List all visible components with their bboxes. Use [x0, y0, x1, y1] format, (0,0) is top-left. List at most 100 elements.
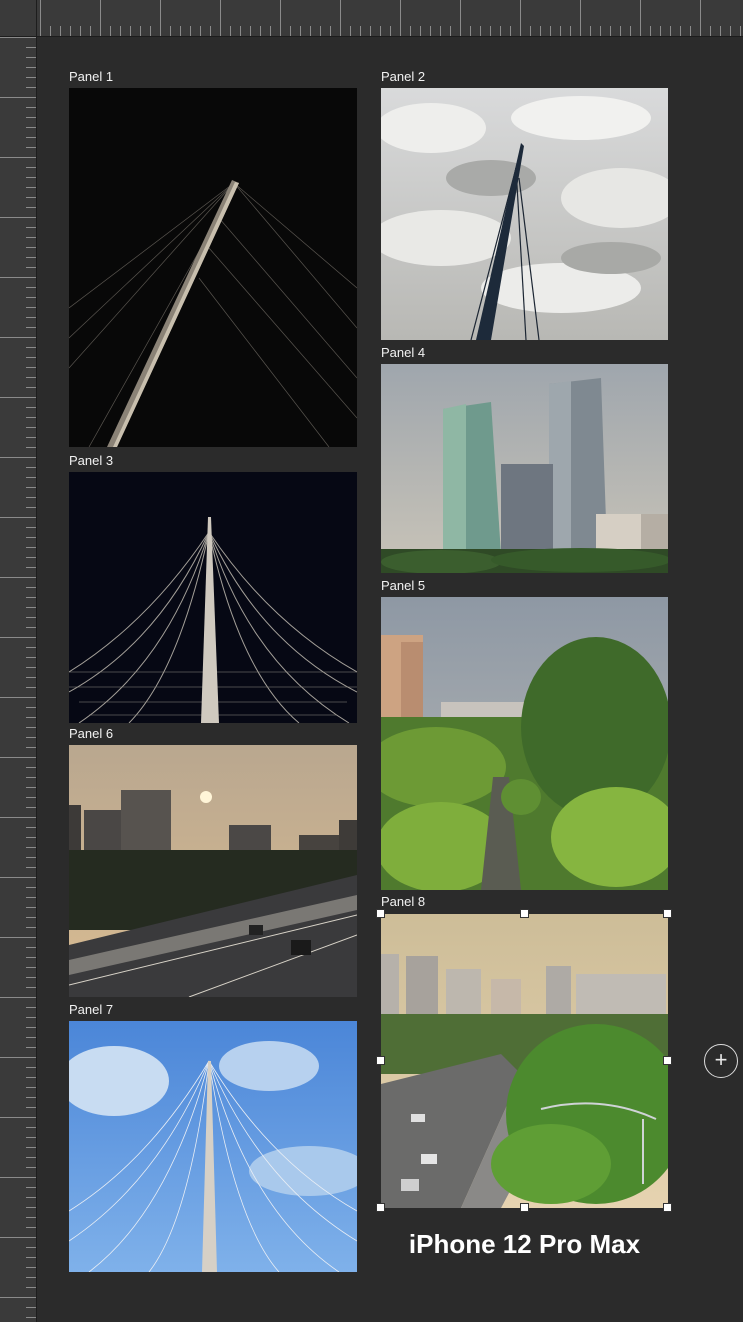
ruler-tick	[0, 217, 36, 218]
ruler-tick	[390, 26, 391, 36]
resize-handle-right[interactable]	[663, 1056, 672, 1065]
ruler-tick	[40, 0, 41, 36]
ruler-tick	[26, 327, 36, 328]
ruler-tick	[26, 367, 36, 368]
ruler-tick	[26, 267, 36, 268]
panel-7-image[interactable]	[69, 1021, 357, 1272]
ruler-tick	[180, 26, 181, 36]
ruler-tick	[370, 26, 371, 36]
plus-icon: +	[714, 1047, 728, 1072]
ruler-tick	[26, 667, 36, 668]
resize-handle-bottom[interactable]	[520, 1203, 529, 1212]
ruler-tick	[26, 437, 36, 438]
ruler-tick	[26, 957, 36, 958]
ruler-tick	[730, 26, 731, 36]
ruler-tick	[26, 707, 36, 708]
ruler-tick	[26, 717, 36, 718]
ruler-tick	[160, 0, 161, 36]
ruler-tick	[450, 26, 451, 36]
resize-handle-bottom-right[interactable]	[663, 1203, 672, 1212]
ruler-tick	[26, 687, 36, 688]
ruler-tick	[0, 517, 36, 518]
ruler-tick	[500, 26, 501, 36]
ruler-tick	[0, 1057, 36, 1058]
ruler-tick	[26, 137, 36, 138]
ruler-tick	[26, 177, 36, 178]
ruler-tick	[720, 26, 721, 36]
ruler-tick	[26, 247, 36, 248]
ruler-tick	[490, 26, 491, 36]
ruler-tick	[26, 747, 36, 748]
ruler-tick	[26, 767, 36, 768]
ruler-tick	[740, 26, 741, 36]
ruler-tick	[26, 1157, 36, 1158]
ruler-tick	[470, 26, 471, 36]
ruler-tick	[26, 117, 36, 118]
ruler-tick	[200, 26, 201, 36]
panel-4-image[interactable]	[381, 364, 668, 573]
ruler-tick	[26, 487, 36, 488]
ruler-tick	[210, 26, 211, 36]
ruler-tick	[26, 777, 36, 778]
ruler-tick	[0, 457, 36, 458]
ruler-tick	[26, 407, 36, 408]
ruler-tick	[26, 237, 36, 238]
panel-5-image[interactable]	[381, 597, 668, 890]
resize-handle-top[interactable]	[520, 909, 529, 918]
ruler-tick	[270, 26, 271, 36]
ruler-tick	[0, 757, 36, 758]
ruler-tick	[26, 907, 36, 908]
ruler-tick	[26, 597, 36, 598]
ruler-tick	[150, 26, 151, 36]
ruler-tick	[26, 677, 36, 678]
ruler-tick	[26, 947, 36, 948]
ruler-tick	[26, 357, 36, 358]
panel-2-image[interactable]	[381, 88, 668, 340]
ruler-tick	[26, 587, 36, 588]
add-panel-button[interactable]: +	[704, 1044, 738, 1078]
ruler-tick	[26, 1267, 36, 1268]
ruler-tick	[26, 627, 36, 628]
ruler-tick	[26, 987, 36, 988]
ruler-tick	[26, 307, 36, 308]
ruler-tick	[26, 1317, 36, 1318]
ruler-tick	[26, 1147, 36, 1148]
ruler-tick	[26, 607, 36, 608]
ruler-tick	[0, 397, 36, 398]
ruler-tick	[26, 917, 36, 918]
ruler-tick	[26, 797, 36, 798]
ruler-tick	[26, 647, 36, 648]
ruler-tick	[420, 26, 421, 36]
ruler-tick	[26, 107, 36, 108]
panel-1-image[interactable]	[69, 88, 357, 447]
ruler-tick	[290, 26, 291, 36]
ruler-tick	[0, 337, 36, 338]
ruler-tick	[26, 417, 36, 418]
panel-6-image[interactable]	[69, 745, 357, 997]
ruler-tick	[670, 26, 671, 36]
ruler-tick	[650, 26, 651, 36]
ruler-tick	[660, 26, 661, 36]
resize-handle-top-right[interactable]	[663, 909, 672, 918]
ruler-tick	[26, 1247, 36, 1248]
ruler-tick	[440, 26, 441, 36]
ruler-tick	[520, 0, 521, 36]
ruler-tick	[26, 1287, 36, 1288]
panel-8-image[interactable]	[381, 914, 668, 1208]
ruler-tick	[26, 147, 36, 148]
ruler-tick	[400, 0, 401, 36]
ruler-tick	[0, 577, 36, 578]
ruler-tick	[26, 317, 36, 318]
resize-handle-left[interactable]	[376, 1056, 385, 1065]
panel-3-image[interactable]	[69, 472, 357, 723]
ruler-tick	[26, 477, 36, 478]
ruler-tick	[26, 827, 36, 828]
ruler-tick	[0, 1297, 36, 1298]
ruler-tick	[0, 877, 36, 878]
ruler-tick	[26, 287, 36, 288]
vertical-ruler[interactable]	[0, 37, 37, 1322]
horizontal-ruler[interactable]	[0, 0, 743, 37]
ruler-tick	[26, 927, 36, 928]
resize-handle-top-left[interactable]	[376, 909, 385, 918]
resize-handle-bottom-left[interactable]	[376, 1203, 385, 1212]
